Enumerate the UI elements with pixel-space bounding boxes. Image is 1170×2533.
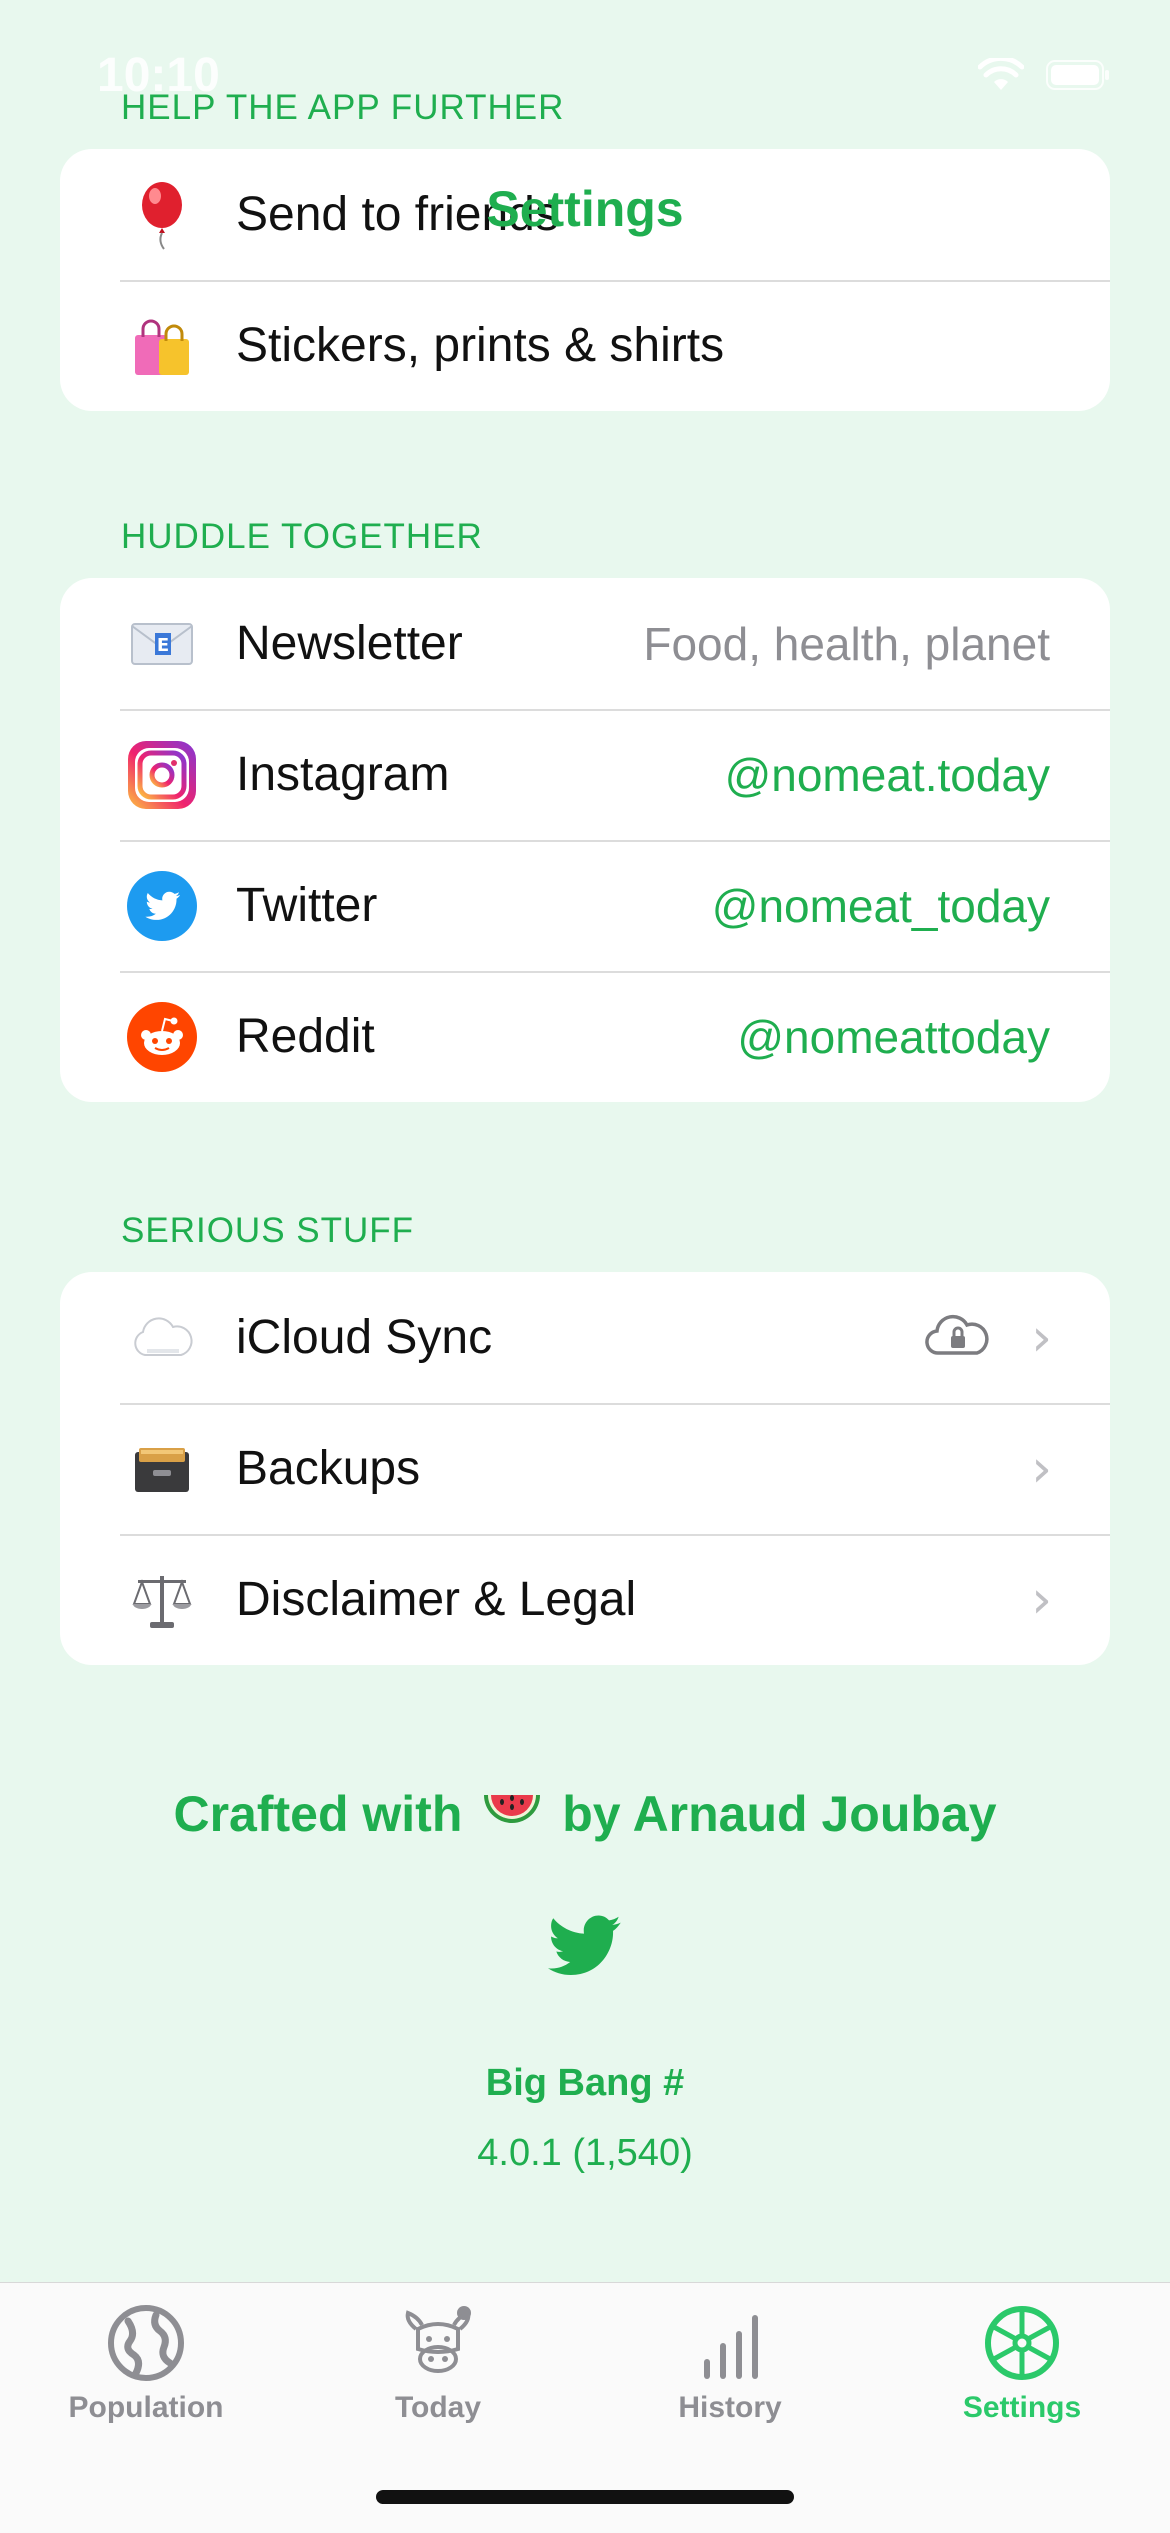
cloud-icon: [126, 1302, 198, 1374]
globe-icon: [108, 2305, 184, 2381]
bar-chart-icon: [704, 2315, 758, 2379]
newsletter-detail: Food, health, planet: [643, 617, 1050, 670]
section-header-help: HELP THE APP FURTHER: [121, 88, 565, 127]
scales-icon: [126, 1564, 198, 1636]
tab-settings[interactable]: Settings: [876, 2303, 1168, 2425]
twitter-handle[interactable]: @nomeat_today: [712, 879, 1050, 933]
big-bang-label: Big Bang #: [485, 2062, 685, 2104]
home-indicator[interactable]: [376, 2490, 794, 2504]
reddit-icon: [126, 1001, 198, 1073]
credit-prefix: Crafted with: [173, 1786, 463, 1842]
stickers-row[interactable]: Stickers, prints & shirts: [60, 280, 1110, 411]
serious-group: iCloud Sync › Backups › Disclaimer & Leg…: [60, 1272, 1110, 1665]
file-cabinet-icon: [126, 1433, 198, 1505]
instagram-row[interactable]: Instagram @nomeat.today: [60, 709, 1110, 840]
twitter-bird-icon: [548, 1915, 621, 1975]
disclaimer-label: Disclaimer & Legal: [236, 1573, 637, 1626]
tab-settings-label: Settings: [962, 2391, 1082, 2424]
newsletter-label: Newsletter: [236, 617, 463, 670]
tab-history[interactable]: History: [584, 2303, 876, 2425]
reddit-label: Reddit: [236, 1010, 375, 1063]
instagram-icon: [126, 739, 198, 811]
newsletter-row[interactable]: E Newsletter Food, health, planet: [60, 578, 1110, 709]
chevron-right-icon: ›: [1031, 1307, 1052, 1368]
backups-row[interactable]: Backups ›: [60, 1403, 1110, 1534]
instagram-label: Instagram: [236, 748, 450, 801]
watermelon-icon: [482, 1791, 542, 1849]
tab-population[interactable]: Population: [0, 2303, 292, 2425]
instagram-handle[interactable]: @nomeat.today: [725, 748, 1050, 802]
version-label: 4.0.1 (1,540): [477, 2132, 693, 2174]
twitter-row[interactable]: Twitter @nomeat_today: [60, 840, 1110, 971]
wifi-icon: [978, 58, 1024, 90]
cloud-lock-icon: [925, 1313, 991, 1362]
svg-text:E: E: [157, 635, 169, 656]
twitter-label: Twitter: [236, 879, 378, 932]
tab-population-label: Population: [68, 2391, 224, 2424]
tab-today[interactable]: Today: [292, 2303, 584, 2425]
battery-icon: [1046, 60, 1109, 90]
status-icons: [978, 58, 1110, 92]
shopping-bags-icon: [126, 310, 198, 382]
twitter-icon: [126, 870, 198, 942]
tab-history-label: History: [678, 2391, 782, 2424]
wheel-icon: [985, 2306, 1059, 2380]
footer-twitter-link[interactable]: [0, 1915, 1170, 1977]
huddle-group: E Newsletter Food, health, planet Instag…: [60, 578, 1110, 1102]
envelope-icon: E: [126, 608, 198, 680]
tab-today-label: Today: [394, 2391, 482, 2424]
section-header-huddle: HUDDLE TOGETHER: [121, 517, 483, 556]
section-header-serious: SERIOUS STUFF: [121, 1211, 415, 1250]
icloud-sync-label: iCloud Sync: [236, 1311, 493, 1364]
page-title: Settings: [486, 181, 684, 237]
reddit-row[interactable]: Reddit @nomeattoday: [60, 971, 1110, 1102]
disclaimer-row[interactable]: Disclaimer & Legal ›: [60, 1534, 1110, 1665]
reddit-handle[interactable]: @nomeattoday: [737, 1010, 1050, 1064]
stickers-label: Stickers, prints & shirts: [236, 319, 725, 372]
chevron-right-icon: ›: [1031, 1569, 1052, 1630]
chevron-right-icon: ›: [1031, 1438, 1052, 1499]
cow-icon: [405, 2306, 471, 2373]
icloud-sync-row[interactable]: iCloud Sync ›: [60, 1272, 1110, 1403]
credit-line[interactable]: Crafted with by Arnaud Joubay: [0, 1785, 1170, 1849]
backups-label: Backups: [236, 1442, 421, 1495]
credit-suffix: by Arnaud Joubay: [562, 1786, 997, 1842]
